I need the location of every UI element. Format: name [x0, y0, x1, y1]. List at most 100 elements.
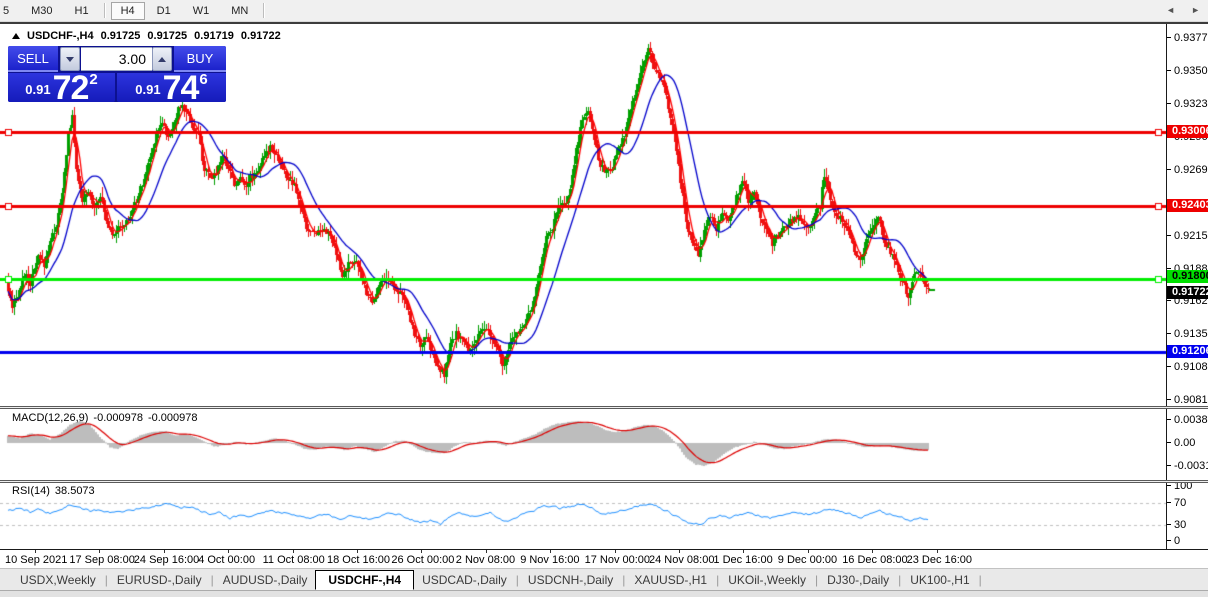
price-tick: 0.91350: [1167, 328, 1208, 340]
time-tick: [35, 550, 36, 553]
rsi-name: RSI(14): [12, 485, 50, 497]
sell-price-prefix: 0.91: [25, 82, 50, 97]
tab-scroll-right-icon[interactable]: ►: [1191, 5, 1200, 15]
time-label: 24 Sep 16:00: [134, 554, 199, 566]
price-tick: 0.92155: [1167, 230, 1208, 242]
tab-dj30-daily[interactable]: DJ30-,Daily: [819, 570, 897, 590]
time-label: 23 Dec 16:00: [907, 554, 972, 566]
status-bar: [0, 590, 1208, 597]
chart-window: 0.937750.935050.932350.929650.926950.921…: [0, 22, 1208, 568]
time-tick: [615, 550, 616, 553]
tab-separator: |: [716, 573, 719, 587]
rsi-value: 38.5073: [55, 485, 95, 497]
rsi-axis-tick: 0: [1167, 535, 1180, 547]
price-level-label: 0.93006: [1167, 125, 1208, 138]
tab-separator: |: [516, 573, 519, 587]
timeframe-button-d1[interactable]: D1: [147, 2, 181, 20]
buy-price-pip: 6: [199, 71, 207, 88]
sell-price-pip: 2: [89, 71, 97, 88]
tab-audusd-daily[interactable]: AUDUSD-,Daily: [215, 570, 316, 590]
rsi-axis-tick: 30: [1167, 519, 1186, 531]
panel-separator-rsi[interactable]: [0, 480, 1208, 483]
price-tick: 0.93235: [1167, 98, 1208, 110]
time-label: 18 Oct 16:00: [327, 554, 390, 566]
timeframe-button-w1[interactable]: W1: [183, 2, 220, 20]
ohlc-high: 0.91725: [147, 30, 187, 42]
tab-usdx-weekly[interactable]: USDX,Weekly: [12, 570, 104, 590]
price-level-label: 0.91800: [1167, 270, 1208, 283]
price-tick: 0.93775: [1167, 32, 1208, 44]
volume-input[interactable]: [81, 47, 152, 71]
macd-axis-tick: 0.003811: [1167, 414, 1208, 426]
time-tick: [228, 550, 229, 553]
buy-price-prefix: 0.91: [135, 82, 160, 97]
tab-bar: USDX,Weekly|EURUSD-,Daily|AUDUSD-,DailyU…: [0, 568, 1208, 590]
time-tick: [164, 550, 165, 553]
tab-usdcnh-daily[interactable]: USDCNH-,Daily: [520, 570, 621, 590]
time-label: 10 Sep 2021: [5, 554, 67, 566]
time-label: 26 Oct 00:00: [391, 554, 454, 566]
time-tick: [808, 550, 809, 553]
time-label: 1 Dec 16:00: [713, 554, 772, 566]
macd-value-1: -0.000978: [93, 412, 143, 424]
tab-scroll-buttons: ◄ ►: [1166, 5, 1200, 15]
tab-separator: |: [211, 573, 214, 587]
ohlc-open: 0.91725: [101, 30, 141, 42]
buy-price-display[interactable]: 0.91 74 6: [117, 73, 226, 102]
volume-decrease-button[interactable]: [60, 47, 80, 71]
tab-ukoil-weekly[interactable]: UKOil-,Weekly: [720, 570, 814, 590]
tab-uk100-h1[interactable]: UK100-,H1: [902, 570, 977, 590]
macd-axis-tick: 0.00: [1167, 437, 1195, 449]
time-tick: [99, 550, 100, 553]
time-label: 16 Dec 08:00: [842, 554, 907, 566]
time-label: 4 Oct 00:00: [198, 554, 255, 566]
time-label: 24 Nov 08:00: [649, 554, 714, 566]
collapse-arrow-icon[interactable]: [12, 33, 20, 39]
timeframe-button-mn[interactable]: MN: [221, 2, 258, 20]
volume-increase-button[interactable]: [152, 47, 172, 71]
tab-separator: |: [105, 573, 108, 587]
triangle-down-icon: [66, 57, 74, 62]
price-tick: 0.91080: [1167, 361, 1208, 373]
sell-button[interactable]: SELL: [8, 46, 58, 72]
time-tick: [357, 550, 358, 553]
time-tick: [743, 550, 744, 553]
tab-eurusd-daily[interactable]: EURUSD-,Daily: [109, 570, 210, 590]
timeframe-toolbar: 5M30H1 H4D1W1MN: [0, 0, 1208, 22]
timeframe-button-5[interactable]: 5: [0, 2, 19, 20]
time-label: 9 Nov 16:00: [520, 554, 579, 566]
price-axis[interactable]: 0.937750.935050.932350.929650.926950.921…: [1166, 24, 1208, 549]
time-tick: [872, 550, 873, 553]
price-tick: 0.92695: [1167, 164, 1208, 176]
ohlc-low: 0.91719: [194, 30, 234, 42]
tab-separator: |: [898, 573, 901, 587]
tab-separator: |: [622, 573, 625, 587]
time-label: 17 Nov 00:00: [585, 554, 650, 566]
tab-separator: |: [979, 573, 982, 587]
time-tick: [421, 550, 422, 553]
time-label: 11 Oct 08:00: [263, 554, 325, 566]
sell-price-display[interactable]: 0.91 72 2: [8, 73, 115, 102]
tab-scroll-left-icon[interactable]: ◄: [1166, 5, 1175, 15]
tab-usdchf-h4[interactable]: USDCHF-,H4: [315, 570, 414, 590]
macd-indicator-label: MACD(12,26,9) -0.000978 -0.000978: [12, 412, 198, 424]
time-tick: [679, 550, 680, 553]
tab-usdcad-daily[interactable]: USDCAD-,Daily: [414, 570, 515, 590]
time-label: 2 Nov 08:00: [456, 554, 515, 566]
rsi-indicator-label: RSI(14) 38.5073: [12, 485, 95, 497]
timeframe-button-h4[interactable]: H4: [111, 2, 145, 20]
buy-price-big: 74: [163, 76, 199, 101]
one-click-trading-panel: SELL BUY 0.91 72 2 0.91 74 6: [8, 46, 226, 102]
time-tick: [550, 550, 551, 553]
price-level-label: 0.92403: [1167, 199, 1208, 212]
tab-separator: |: [815, 573, 818, 587]
macd-axis-tick: -0.003115: [1167, 460, 1208, 472]
price-tick: 0.93505: [1167, 65, 1208, 77]
panel-separator-macd[interactable]: [0, 406, 1208, 409]
timeframe-button-h1[interactable]: H1: [65, 2, 99, 20]
chart-symbol-label: USDCHF-,H4: [27, 30, 94, 42]
tab-xauusd-h1[interactable]: XAUUSD-,H1: [626, 570, 715, 590]
timeframe-button-m30[interactable]: M30: [21, 2, 62, 20]
ohlc-close: 0.91722: [241, 30, 281, 42]
price-level-label: 0.91206: [1167, 345, 1208, 358]
